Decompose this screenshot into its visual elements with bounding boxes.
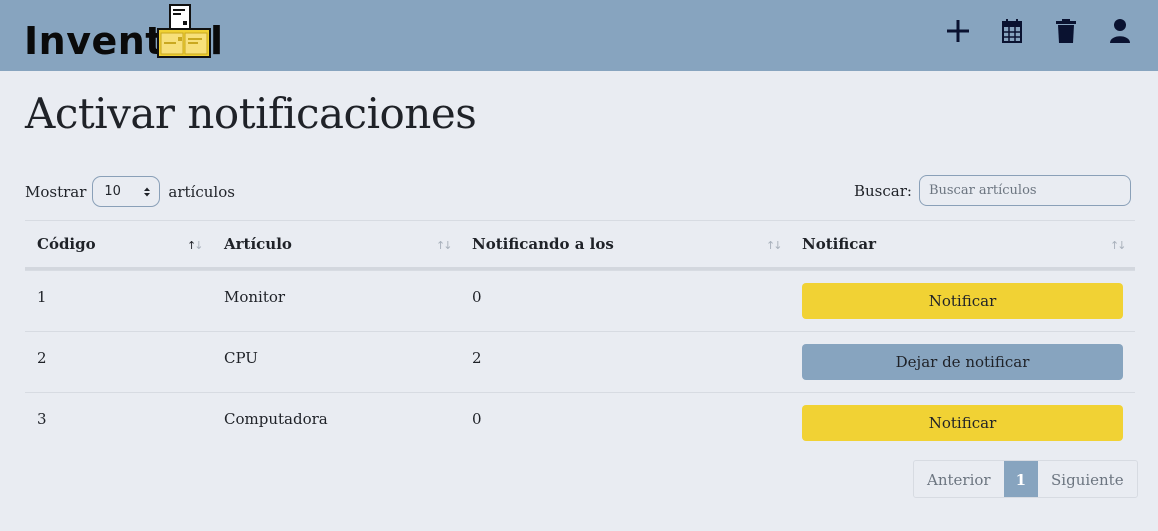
pagination: Anterior 1 Siguiente bbox=[913, 460, 1138, 498]
header-articulo[interactable]: Artículo bbox=[224, 221, 292, 267]
header-notificando[interactable]: Notificando a los bbox=[472, 221, 614, 267]
length-label-after: artículos bbox=[168, 182, 235, 201]
sort-icon[interactable]: ↑↓ bbox=[187, 239, 204, 252]
navbar: Invent l bbox=[0, 0, 1158, 71]
page-length-value: 10 bbox=[104, 184, 121, 199]
header-codigo[interactable]: Código bbox=[37, 221, 96, 267]
cell-codigo: 1 bbox=[37, 288, 47, 306]
header-notificar[interactable]: Notificar bbox=[802, 221, 876, 267]
pagination-prev[interactable]: Anterior bbox=[914, 461, 1004, 497]
notify-button[interactable]: Notificar bbox=[802, 405, 1123, 441]
pagination-current-page[interactable]: 1 bbox=[1003, 461, 1039, 497]
cell-articulo: CPU bbox=[224, 349, 258, 367]
cell-notificando: 0 bbox=[472, 410, 482, 428]
items-table: Código ↑↓ Artículo ↑↓ Notificando a los … bbox=[25, 220, 1135, 453]
cell-articulo: Computadora bbox=[224, 410, 328, 428]
page-length-control: Mostrar 10 artículos bbox=[25, 176, 235, 207]
search-control: Buscar: bbox=[854, 175, 1131, 206]
plus-icon[interactable] bbox=[946, 18, 970, 44]
cell-notificando: 2 bbox=[472, 349, 482, 367]
calendar-icon[interactable] bbox=[1000, 18, 1024, 44]
length-label-before: Mostrar bbox=[25, 182, 87, 201]
page-length-select[interactable]: 10 bbox=[92, 176, 161, 207]
box-with-documents-logo bbox=[157, 4, 211, 58]
select-arrows-icon bbox=[144, 187, 151, 196]
search-label: Buscar: bbox=[854, 181, 912, 200]
table-row: 3 Computadora 0 Notificar bbox=[25, 392, 1135, 453]
cell-articulo: Monitor bbox=[224, 288, 286, 306]
brand-text-start: Invent bbox=[24, 19, 164, 63]
sort-icon[interactable]: ↑↓ bbox=[436, 239, 453, 252]
brand-text-end: l bbox=[210, 19, 224, 63]
table-row: 1 Monitor 0 Notificar bbox=[25, 270, 1135, 331]
stop-notify-button[interactable]: Dejar de notificar bbox=[802, 344, 1123, 380]
notify-button[interactable]: Notificar bbox=[802, 283, 1123, 319]
user-icon[interactable] bbox=[1108, 18, 1132, 44]
trash-icon[interactable] bbox=[1054, 18, 1078, 44]
cell-codigo: 2 bbox=[37, 349, 47, 367]
sort-icon[interactable]: ↑↓ bbox=[766, 239, 783, 252]
sort-icon[interactable]: ↑↓ bbox=[1110, 239, 1127, 252]
table-row: 2 CPU 2 Dejar de notificar bbox=[25, 331, 1135, 392]
page-title: Activar notificaciones bbox=[25, 89, 477, 138]
table-header-row: Código ↑↓ Artículo ↑↓ Notificando a los … bbox=[25, 220, 1135, 270]
brand-logo[interactable]: Invent l bbox=[24, 4, 224, 62]
search-input[interactable] bbox=[918, 175, 1131, 206]
pagination-next[interactable]: Siguiente bbox=[1038, 461, 1137, 497]
cell-codigo: 3 bbox=[37, 410, 47, 428]
cell-notificando: 0 bbox=[472, 288, 482, 306]
